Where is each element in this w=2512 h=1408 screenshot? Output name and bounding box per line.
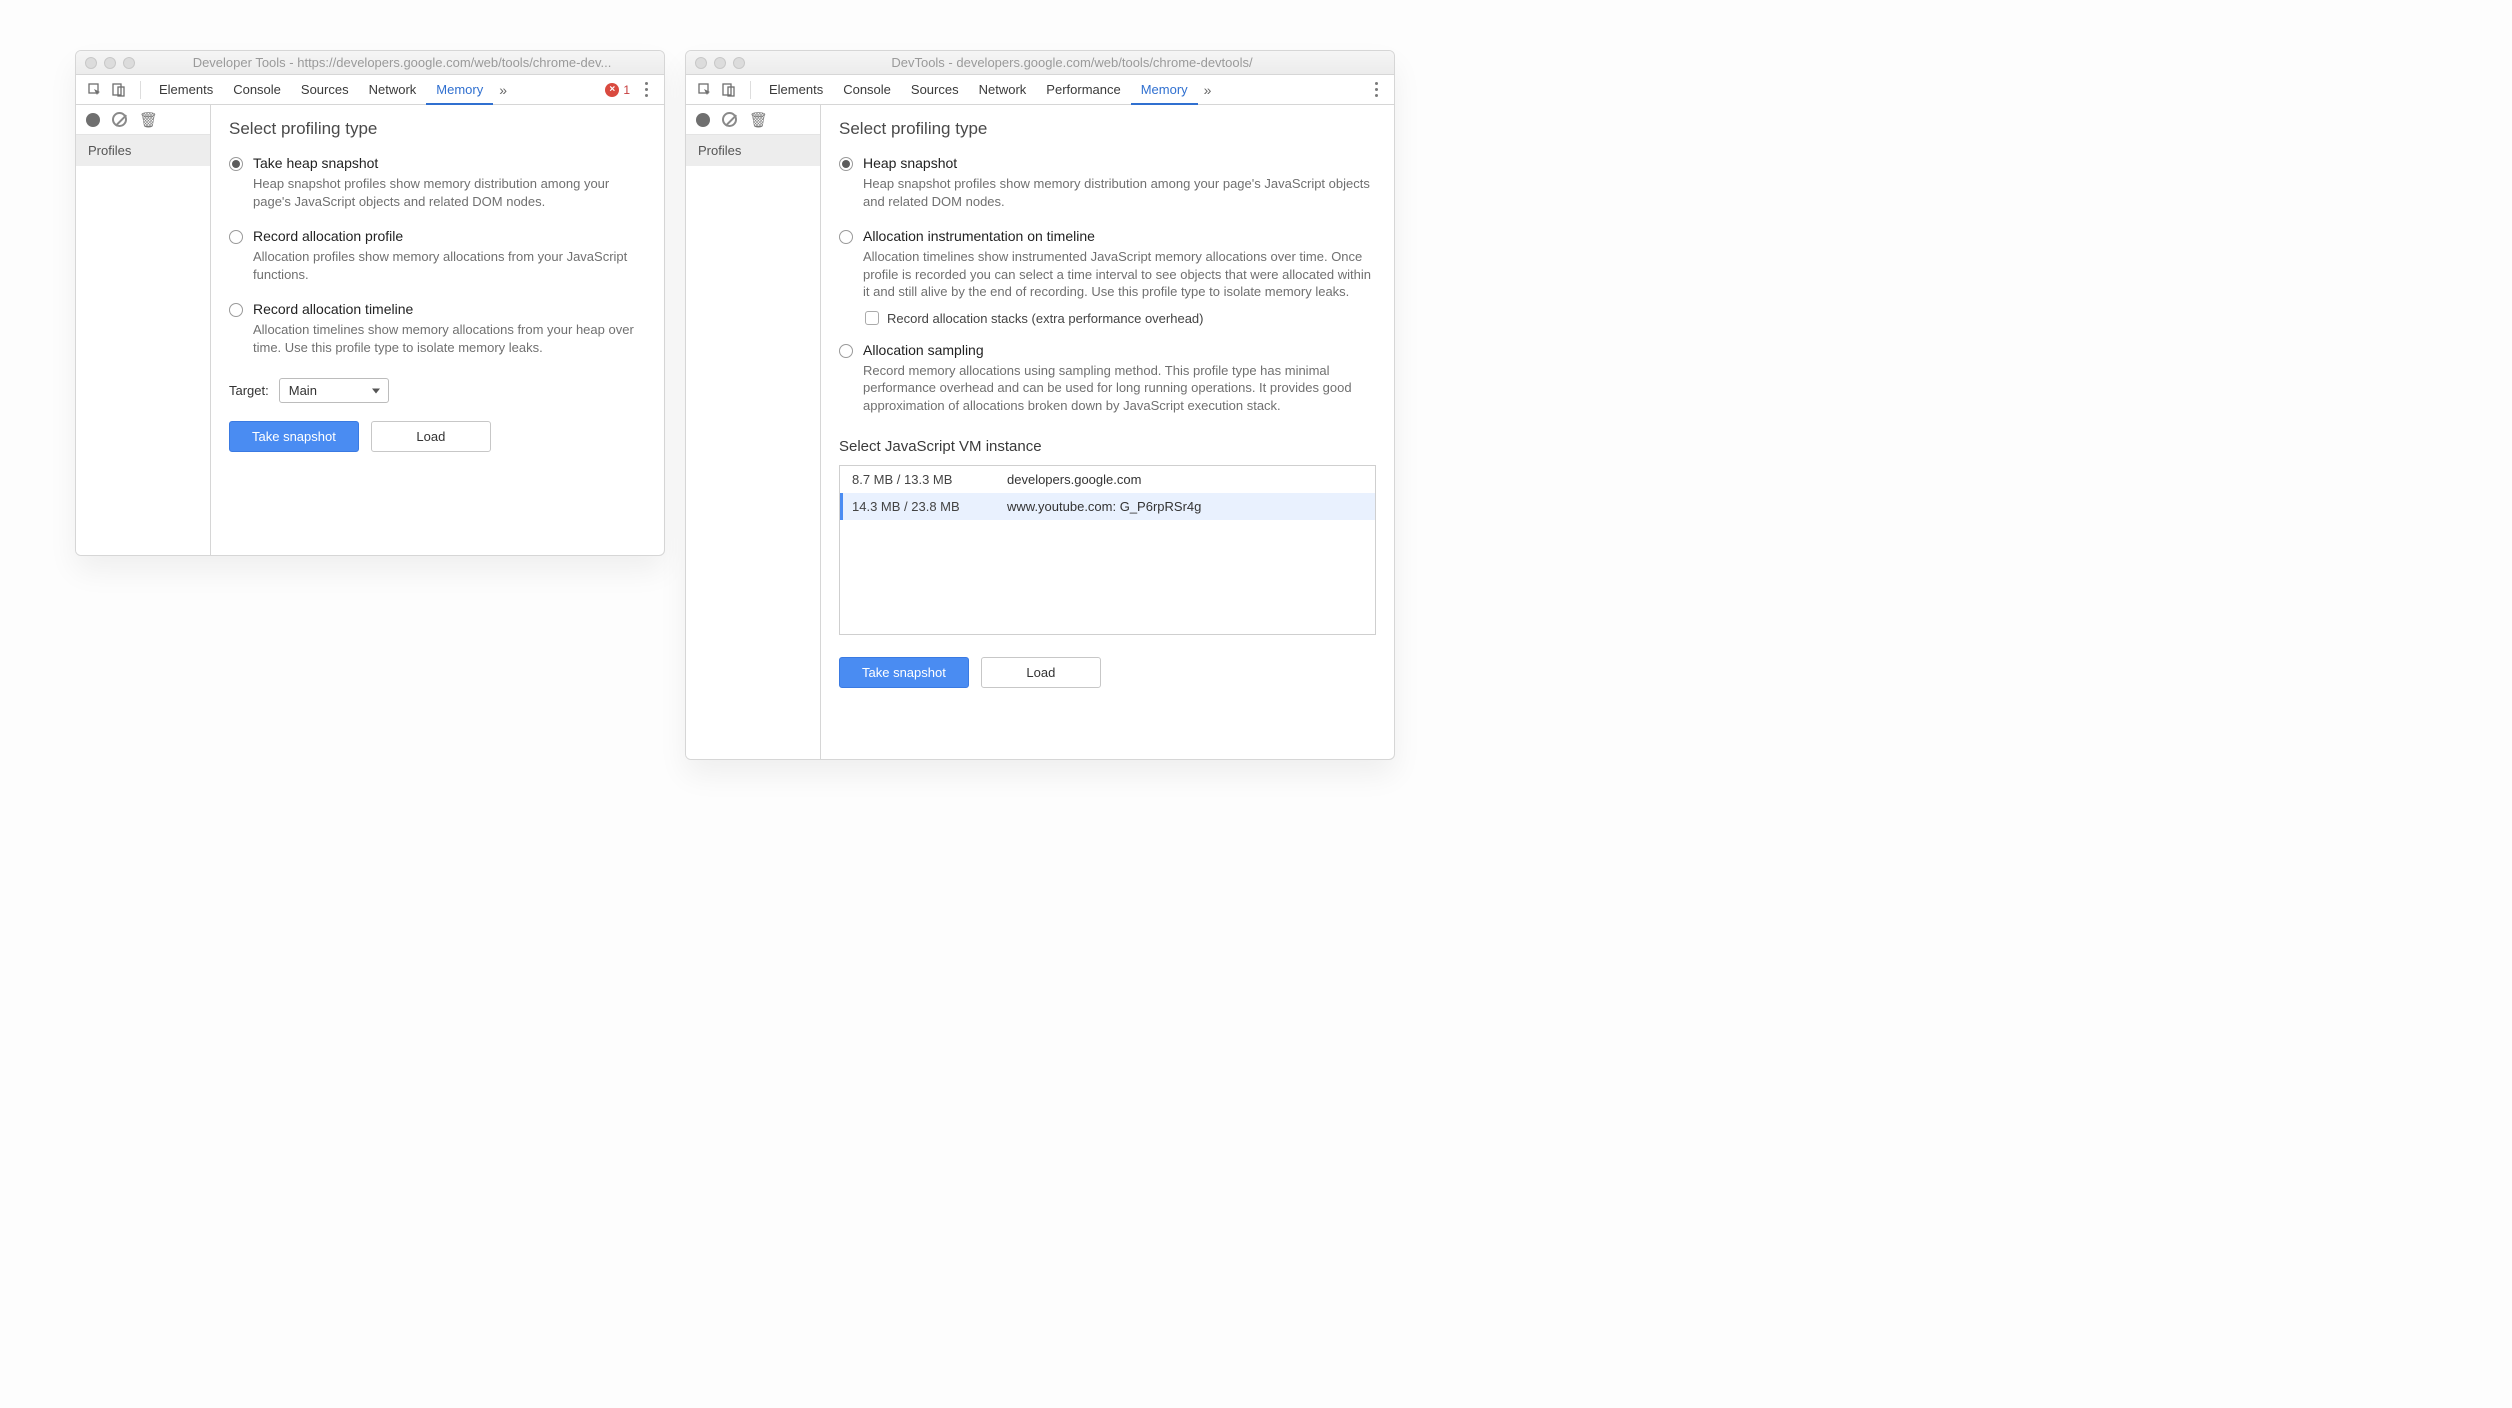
radio-icon[interactable] bbox=[839, 157, 853, 171]
vm-instance-row[interactable]: 14.3 MB / 23.8 MBwww.youtube.com: G_P6rp… bbox=[840, 493, 1375, 520]
separator bbox=[140, 81, 141, 99]
traffic-lights bbox=[85, 57, 135, 69]
tab-memory[interactable]: Memory bbox=[1131, 75, 1198, 105]
more-tabs-icon[interactable]: » bbox=[1198, 82, 1218, 98]
sidebar: 🗑 Profiles bbox=[686, 105, 821, 759]
minimize-icon[interactable] bbox=[104, 57, 116, 69]
error-dot-icon: × bbox=[605, 83, 619, 97]
device-toggle-icon[interactable] bbox=[108, 79, 130, 101]
tab-network[interactable]: Network bbox=[359, 75, 427, 105]
tab-network[interactable]: Network bbox=[969, 75, 1037, 105]
profiling-option[interactable]: Heap snapshot Heap snapshot profiles show… bbox=[839, 155, 1376, 210]
option-title: Record allocation profile bbox=[253, 228, 646, 244]
suboption-record-stacks[interactable]: Record allocation stacks (extra performa… bbox=[865, 311, 1376, 326]
radio-icon[interactable] bbox=[229, 230, 243, 244]
take-snapshot-button[interactable]: Take snapshot bbox=[839, 657, 969, 688]
inspect-icon[interactable] bbox=[84, 79, 106, 101]
minimize-icon[interactable] bbox=[714, 57, 726, 69]
record-icon[interactable] bbox=[696, 113, 710, 127]
vm-instance-row[interactable]: 8.7 MB / 13.3 MBdevelopers.google.com bbox=[840, 466, 1375, 493]
devtools-window-2: DevTools - developers.google.com/web/too… bbox=[685, 50, 1395, 760]
record-icon[interactable] bbox=[86, 113, 100, 127]
profiling-heading: Select profiling type bbox=[229, 119, 646, 139]
traffic-lights bbox=[695, 57, 745, 69]
trash-icon[interactable]: 🗑 bbox=[139, 111, 158, 129]
close-icon[interactable] bbox=[695, 57, 707, 69]
sidebar-section-profiles[interactable]: Profiles bbox=[686, 135, 820, 166]
load-button[interactable]: Load bbox=[371, 421, 491, 452]
profiling-heading: Select profiling type bbox=[839, 119, 1376, 139]
target-row: Target: Main bbox=[229, 378, 646, 403]
tabs-bar: ElementsConsoleSourcesNetworkMemory » × … bbox=[76, 75, 664, 105]
target-value: Main bbox=[289, 383, 317, 398]
titlebar: DevTools - developers.google.com/web/too… bbox=[686, 51, 1394, 75]
titlebar: Developer Tools - https://developers.goo… bbox=[76, 51, 664, 75]
load-button[interactable]: Load bbox=[981, 657, 1101, 688]
option-title: Allocation sampling bbox=[863, 342, 1376, 358]
option-title: Heap snapshot bbox=[863, 155, 1376, 171]
radio-icon[interactable] bbox=[229, 303, 243, 317]
tab-console[interactable]: Console bbox=[833, 75, 901, 105]
option-desc: Heap snapshot profiles show memory distr… bbox=[253, 175, 646, 210]
devtools-window-1: Developer Tools - https://developers.goo… bbox=[75, 50, 665, 556]
profiling-option[interactable]: Allocation instrumentation on timeline Al… bbox=[839, 228, 1376, 301]
main-panel: Select profiling type Take heap snapshot… bbox=[211, 105, 664, 555]
option-desc: Heap snapshot profiles show memory distr… bbox=[863, 175, 1376, 210]
device-toggle-icon[interactable] bbox=[718, 79, 740, 101]
window-title: Developer Tools - https://developers.goo… bbox=[149, 55, 655, 70]
checkbox-icon[interactable] bbox=[865, 311, 879, 325]
vm-origin: www.youtube.com: G_P6rpRSr4g bbox=[1007, 499, 1201, 514]
clear-icon[interactable] bbox=[722, 112, 737, 127]
tab-performance[interactable]: Performance bbox=[1036, 75, 1130, 105]
zoom-icon[interactable] bbox=[123, 57, 135, 69]
clear-icon[interactable] bbox=[112, 112, 127, 127]
error-count: 1 bbox=[623, 83, 630, 97]
more-tabs-icon[interactable]: » bbox=[493, 82, 513, 98]
error-badge[interactable]: × 1 bbox=[605, 83, 630, 97]
kebab-menu-icon[interactable] bbox=[636, 82, 656, 97]
profiling-option[interactable]: Allocation sampling Record memory allocat… bbox=[839, 342, 1376, 415]
option-title: Record allocation timeline bbox=[253, 301, 646, 317]
inspect-icon[interactable] bbox=[694, 79, 716, 101]
separator bbox=[750, 81, 751, 99]
zoom-icon[interactable] bbox=[733, 57, 745, 69]
tab-memory[interactable]: Memory bbox=[426, 75, 493, 105]
option-desc: Record memory allocations using sampling… bbox=[863, 362, 1376, 415]
tab-elements[interactable]: Elements bbox=[759, 75, 833, 105]
sidebar-toolbar: 🗑 bbox=[76, 105, 210, 135]
target-label: Target: bbox=[229, 383, 269, 398]
window-title: DevTools - developers.google.com/web/too… bbox=[759, 55, 1385, 70]
tabs-bar: ElementsConsoleSourcesNetworkPerformance… bbox=[686, 75, 1394, 105]
sidebar-section-profiles[interactable]: Profiles bbox=[76, 135, 210, 166]
radio-icon[interactable] bbox=[839, 344, 853, 358]
tab-console[interactable]: Console bbox=[223, 75, 291, 105]
tab-elements[interactable]: Elements bbox=[149, 75, 223, 105]
profiling-option[interactable]: Take heap snapshot Heap snapshot profiles… bbox=[229, 155, 646, 210]
tab-sources[interactable]: Sources bbox=[901, 75, 969, 105]
radio-icon[interactable] bbox=[229, 157, 243, 171]
take-snapshot-button[interactable]: Take snapshot bbox=[229, 421, 359, 452]
option-desc: Allocation timelines show memory allocat… bbox=[253, 321, 646, 356]
tab-sources[interactable]: Sources bbox=[291, 75, 359, 105]
vm-size: 8.7 MB / 13.3 MB bbox=[852, 472, 1007, 487]
profiling-option[interactable]: Record allocation timeline Allocation tim… bbox=[229, 301, 646, 356]
sidebar: 🗑 Profiles bbox=[76, 105, 211, 555]
vm-size: 14.3 MB / 23.8 MB bbox=[852, 499, 1007, 514]
profiling-option[interactable]: Record allocation profile Allocation prof… bbox=[229, 228, 646, 283]
option-title: Allocation instrumentation on timeline bbox=[863, 228, 1376, 244]
vm-origin: developers.google.com bbox=[1007, 472, 1141, 487]
suboption-label: Record allocation stacks (extra performa… bbox=[887, 311, 1203, 326]
option-title: Take heap snapshot bbox=[253, 155, 646, 171]
sidebar-toolbar: 🗑 bbox=[686, 105, 820, 135]
vm-heading: Select JavaScript VM instance bbox=[839, 438, 1376, 455]
radio-icon[interactable] bbox=[839, 230, 853, 244]
trash-icon[interactable]: 🗑 bbox=[749, 111, 768, 129]
vm-instance-list: 8.7 MB / 13.3 MBdevelopers.google.com14.… bbox=[839, 465, 1376, 635]
kebab-menu-icon[interactable] bbox=[1366, 82, 1386, 97]
target-select[interactable]: Main bbox=[279, 378, 389, 403]
option-desc: Allocation timelines show instrumented J… bbox=[863, 248, 1376, 301]
option-desc: Allocation profiles show memory allocati… bbox=[253, 248, 646, 283]
close-icon[interactable] bbox=[85, 57, 97, 69]
main-panel: Select profiling type Heap snapshotHeap … bbox=[821, 105, 1394, 759]
